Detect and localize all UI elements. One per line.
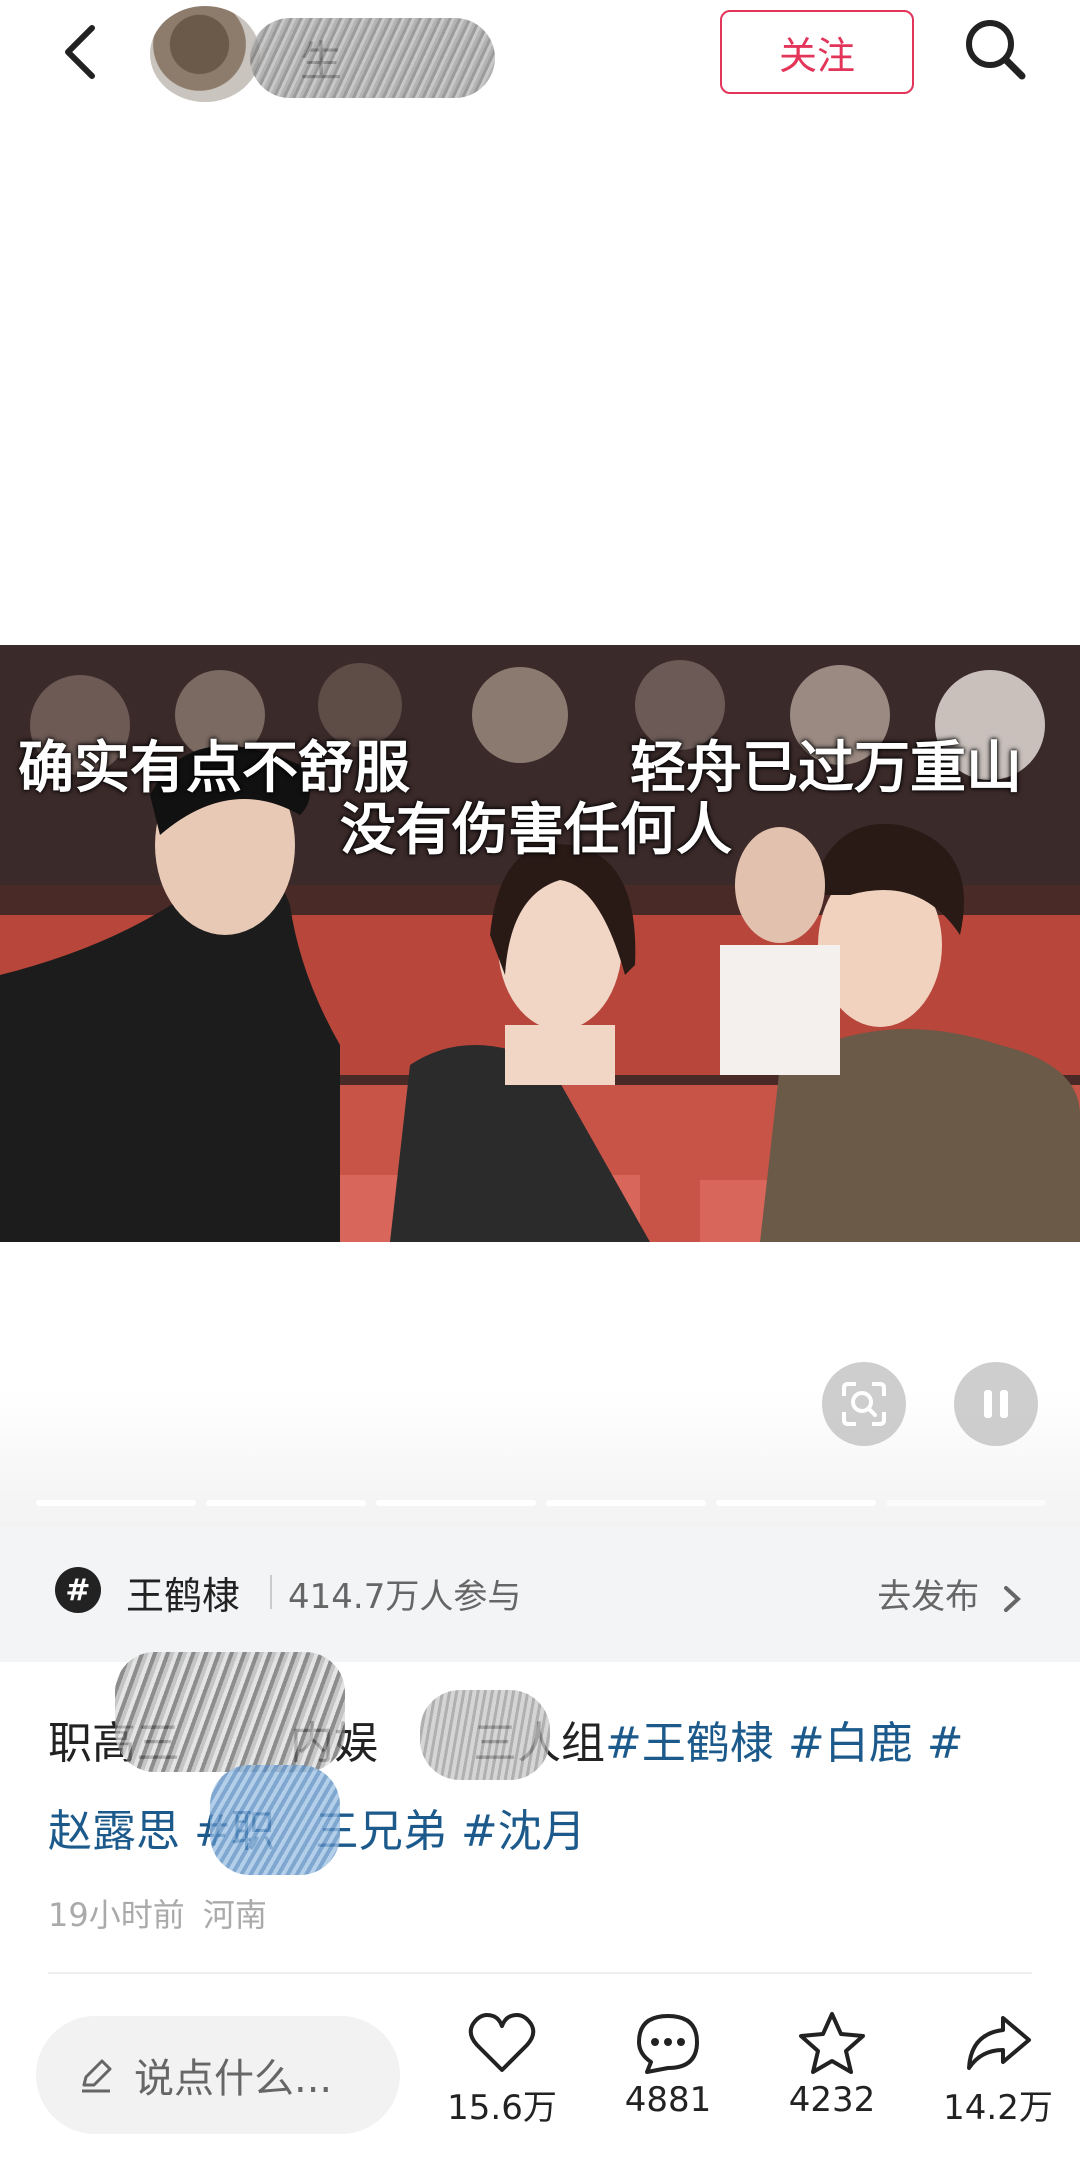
hashtag-link[interactable]: # — [927, 1718, 964, 1769]
like-count: 15.6万 — [447, 2088, 557, 2128]
favorite-count: 4232 — [788, 2080, 876, 2120]
topic-publish-label: 去发布 — [877, 1577, 980, 1617]
topic-bar[interactable]: # 王鹤棣 414.7万人参与 去发布 — [0, 1527, 1080, 1662]
pause-icon — [984, 1390, 1008, 1418]
post-location: 河南 — [202, 1896, 267, 1934]
chevron-right-icon — [1004, 1585, 1021, 1612]
search-icon[interactable] — [960, 14, 1030, 84]
pause-button[interactable] — [954, 1362, 1038, 1446]
top-bar: 生 关注 — [0, 0, 1080, 141]
topic-name[interactable]: 王鹤棣 — [126, 1565, 240, 1620]
progress-segment — [36, 1500, 196, 1506]
pencil-icon — [82, 2059, 112, 2093]
divider — [48, 1972, 1032, 1974]
hashtag-link[interactable]: #王鹤棣 — [605, 1718, 774, 1769]
media-viewer[interactable]: 确实有点不舒服 轻舟已过万重山 没有伤害任何人 — [0, 140, 1080, 1655]
progress-segment — [376, 1500, 536, 1506]
star-icon — [799, 2012, 865, 2074]
share-arrow-icon — [967, 2016, 1031, 2070]
back-arrow-icon[interactable] — [52, 20, 116, 84]
comment-count: 4881 — [624, 2080, 712, 2120]
progress-segment — [206, 1500, 366, 1506]
hashtag-link[interactable]: #沈月 — [461, 1806, 586, 1857]
follow-button[interactable]: 关注 — [720, 10, 914, 94]
bottom-action-bar: 说点什么... 15.6万 4881 4232 14.2万 — [0, 2000, 1080, 2176]
progress-segment — [546, 1500, 706, 1506]
hashtag-link[interactable]: 赵露思 — [48, 1806, 180, 1857]
topic-participants: 414.7万人参与 — [288, 1577, 522, 1617]
comment-input[interactable]: 说点什么... — [36, 2016, 400, 2134]
redaction-scribble — [210, 1765, 340, 1875]
heart-icon — [468, 2013, 536, 2072]
comment-button[interactable]: 4881 — [598, 2010, 738, 2120]
share-count: 14.2万 — [943, 2088, 1053, 2128]
hashtag-link[interactable]: #白鹿 — [788, 1718, 913, 1769]
topic-publish-link[interactable]: 去发布 — [877, 1569, 1024, 1618]
like-button[interactable]: 15.6万 — [432, 2010, 572, 2129]
comment-placeholder: 说点什么... — [134, 2056, 333, 2102]
meme-photo[interactable]: 确实有点不舒服 轻舟已过万重山 没有伤害任何人 — [0, 645, 1080, 1242]
progress-segment — [716, 1500, 876, 1506]
share-button[interactable]: 14.2万 — [928, 2010, 1068, 2129]
post-time: 19小时前 — [48, 1896, 185, 1934]
redaction-scribble — [115, 1652, 345, 1772]
post-meta: 19小时前 河南 — [48, 1890, 267, 1936]
caption-center: 没有伤害任何人 — [340, 798, 732, 863]
comment-bubble-icon — [637, 2014, 699, 2074]
progress-segment-current — [886, 1500, 1046, 1506]
topic-separator — [270, 1575, 272, 1609]
redacted-name-scribble — [250, 18, 495, 98]
image-search-button[interactable] — [822, 1362, 906, 1446]
redaction-scribble — [420, 1690, 550, 1780]
author-avatar[interactable] — [150, 6, 260, 102]
favorite-button[interactable]: 4232 — [762, 2010, 902, 2120]
hashtag-icon: # — [55, 1567, 101, 1613]
scan-search-icon — [842, 1382, 886, 1426]
